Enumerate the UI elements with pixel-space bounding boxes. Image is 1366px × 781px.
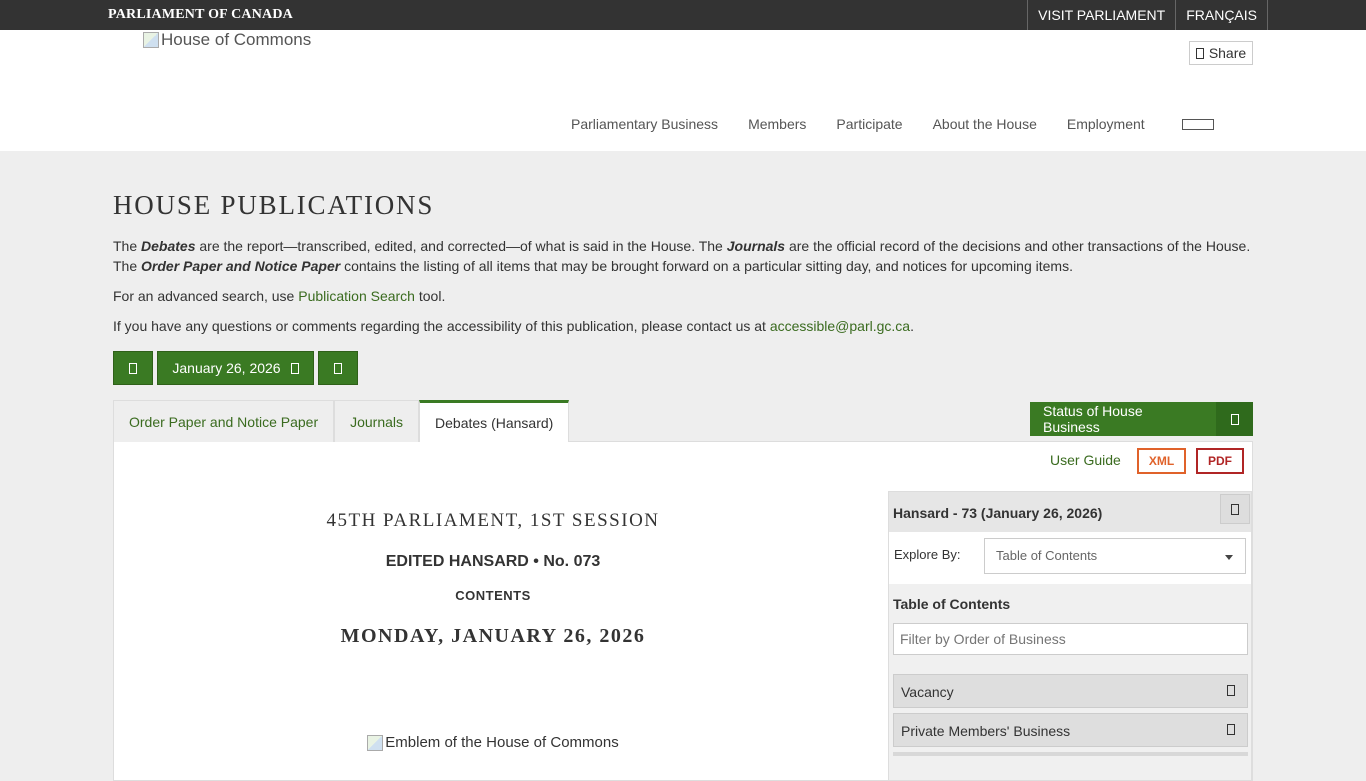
- toc-item-label: Private Members' Business: [901, 723, 1071, 739]
- calendar-icon: [290, 362, 299, 374]
- logo-alt-text: House of Commons: [161, 30, 312, 49]
- parliament-session-heading: 45TH PARLIAMENT, 1ST SESSION: [326, 510, 660, 531]
- accessible-email-link[interactable]: accessible@parl.gc.ca: [770, 318, 910, 334]
- intro-text: contains the listing of all items that m…: [340, 258, 1073, 274]
- broken-image-icon: [143, 32, 159, 48]
- toc-item-partial: [893, 752, 1248, 756]
- sidebar-title: Hansard - 73 (January 26, 2026): [893, 505, 1103, 521]
- toc-item-label: Vacancy: [901, 684, 954, 700]
- intro-journals: Journals: [726, 238, 786, 254]
- expand-icon: [1227, 685, 1235, 696]
- intro-paragraph: The Debates are the report—transcribed, …: [113, 236, 1263, 276]
- emblem-image: Emblem of the House of Commons: [113, 734, 873, 751]
- intro-text: For an advanced search, use: [113, 288, 299, 304]
- next-date-button[interactable]: [318, 351, 358, 385]
- sidebar-header: Hansard - 73 (January 26, 2026): [889, 492, 1251, 532]
- sitting-date-heading: MONDAY, JANUARY 26, 2026: [340, 625, 646, 647]
- intro-text: The: [113, 238, 142, 254]
- intro-order-paper: Order Paper and Notice Paper: [141, 258, 341, 274]
- date-picker-button[interactable]: January 26, 2026: [157, 351, 314, 385]
- tab-journals[interactable]: Journals: [334, 400, 420, 442]
- language-toggle-link[interactable]: FRANÇAIS: [1175, 0, 1268, 30]
- expand-icon: [1227, 724, 1235, 735]
- intro-text: If you have any questions or comments re…: [113, 318, 770, 334]
- emblem-alt-text: Emblem of the House of Commons: [385, 734, 619, 751]
- status-label: Status of House Business: [1043, 403, 1143, 435]
- tab-order-paper[interactable]: Order Paper and Notice Paper: [113, 400, 335, 442]
- contents-heading: CONTENTS: [455, 588, 531, 603]
- explore-by-row: Explore By: Table of Contents: [889, 532, 1251, 584]
- explore-by-select[interactable]: Table of Contents: [984, 538, 1246, 574]
- current-date: January 26, 2026: [172, 360, 281, 376]
- intro-text: are the report—transcribed, edited, and …: [195, 238, 727, 254]
- xml-button[interactable]: XML: [1137, 448, 1186, 474]
- advanced-search-paragraph: For an advanced search, use Publication …: [113, 286, 1263, 306]
- tab-debates-hansard[interactable]: Debates (Hansard): [419, 400, 570, 442]
- nav-about-the-house[interactable]: About the House: [918, 116, 1052, 132]
- publication-tabs: Order Paper and Notice Paper Journals De…: [113, 400, 570, 442]
- share-icon: [1195, 47, 1204, 59]
- nav-members[interactable]: Members: [733, 116, 821, 132]
- nav-employment[interactable]: Employment: [1052, 116, 1160, 132]
- intro-text: .: [910, 318, 914, 334]
- hansard-sidebar: Hansard - 73 (January 26, 2026) Explore …: [888, 491, 1252, 781]
- previous-date-button[interactable]: [113, 351, 153, 385]
- toc-item-vacancy[interactable]: Vacancy: [893, 674, 1248, 708]
- chevron-left-icon: [129, 362, 137, 374]
- parliament-brand[interactable]: PARLIAMENT OF CANADA: [108, 7, 293, 23]
- broken-image-icon: [367, 734, 384, 751]
- nav-participate[interactable]: Participate: [821, 116, 917, 132]
- top-bar: PARLIAMENT OF CANADA VISIT PARLIAMENT FR…: [0, 0, 1366, 30]
- user-guide-link[interactable]: User Guide: [1050, 452, 1121, 468]
- sidebar-collapse-button[interactable]: [1220, 494, 1250, 524]
- intro-debates: Debates: [141, 238, 196, 254]
- site-header: House of Commons Share Parliamentary Bus…: [0, 30, 1366, 151]
- share-button[interactable]: Share: [1189, 41, 1253, 65]
- top-links: VISIT PARLIAMENT FRANÇAIS: [1027, 0, 1268, 30]
- collapse-icon: [1231, 503, 1239, 515]
- toc-heading: Table of Contents: [893, 596, 1011, 612]
- house-logo[interactable]: House of Commons: [143, 30, 311, 50]
- publication-search-link[interactable]: Publication Search: [298, 288, 415, 304]
- page-title: HOUSE PUBLICATIONS: [113, 190, 435, 220]
- hansard-number-heading: EDITED HANSARD • No. 073: [385, 553, 601, 570]
- share-label: Share: [1208, 45, 1247, 61]
- visit-parliament-link[interactable]: VISIT PARLIAMENT: [1027, 0, 1175, 30]
- chevron-right-icon: [334, 362, 342, 374]
- toc-item-private-members-business[interactable]: Private Members' Business: [893, 713, 1248, 747]
- pdf-button[interactable]: PDF: [1196, 448, 1244, 474]
- search-icon[interactable]: [1160, 118, 1214, 130]
- status-of-house-business-button[interactable]: Status of House Business: [1030, 402, 1253, 436]
- chevron-down-icon: [1225, 555, 1233, 560]
- nav-parliamentary-business[interactable]: Parliamentary Business: [556, 116, 733, 132]
- arrow-right-icon: [1230, 413, 1239, 425]
- intro-text: tool.: [414, 288, 446, 304]
- date-navigation: January 26, 2026: [113, 351, 358, 385]
- explore-by-value: Table of Contents: [996, 548, 1098, 563]
- accessibility-paragraph: If you have any questions or comments re…: [113, 316, 1263, 336]
- main-nav: Parliamentary Business Members Participa…: [556, 116, 1214, 132]
- toc-filter-input[interactable]: [893, 623, 1248, 655]
- explore-by-label: Explore By:: [894, 547, 961, 562]
- status-icon-box: [1216, 402, 1253, 436]
